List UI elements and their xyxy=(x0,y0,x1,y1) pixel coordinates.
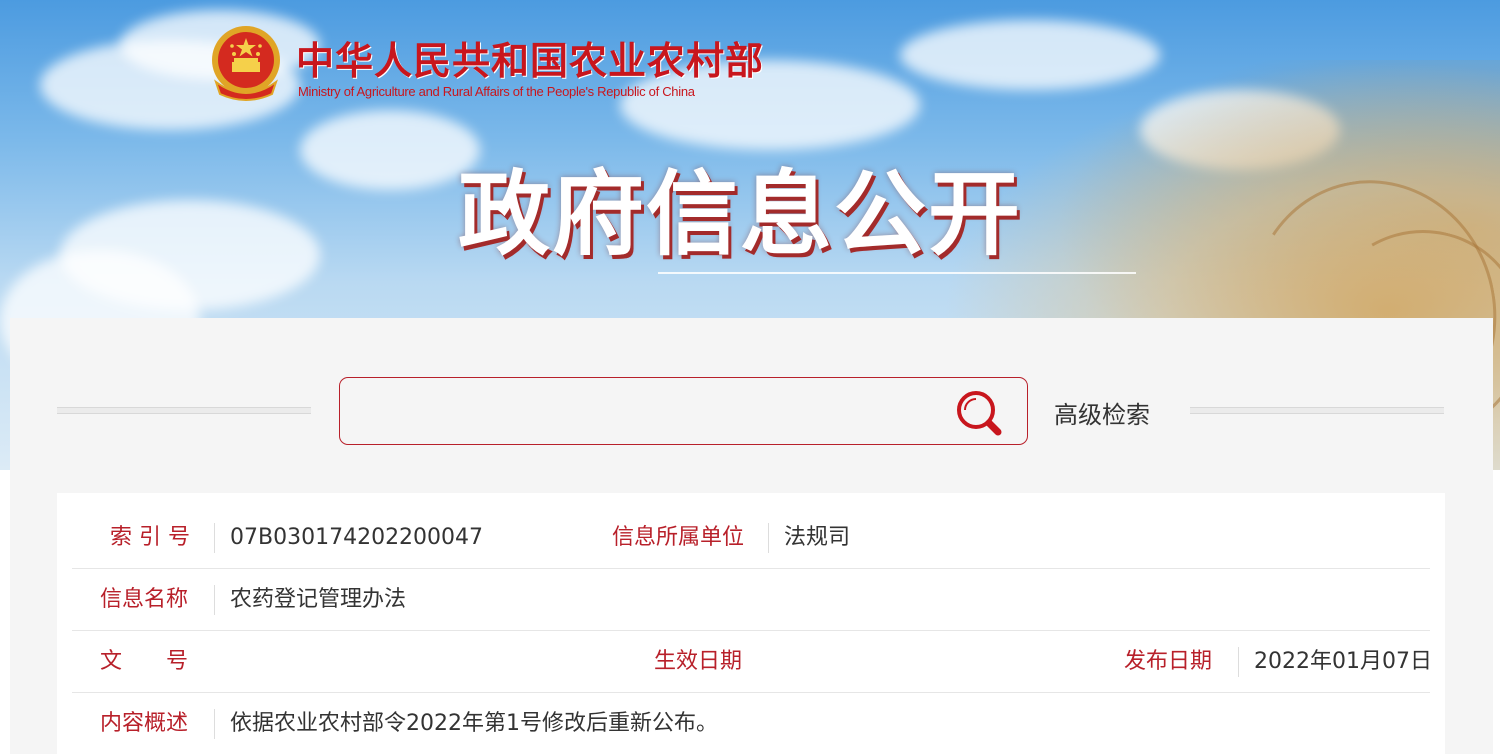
column-separator xyxy=(1238,647,1239,677)
ministry-name-en: Ministry of Agriculture and Rural Affair… xyxy=(298,84,695,99)
summary-label: 内容概述 xyxy=(100,711,189,736)
index-number-value: 07B030174202200047 xyxy=(230,525,484,550)
summary-value: 依据农业农村部令2022年第1号修改后重新公布。 xyxy=(230,711,718,736)
index-number-label: 索 引 号 xyxy=(110,525,190,550)
column-separator xyxy=(214,585,215,615)
national-emblem-icon[interactable] xyxy=(210,24,282,102)
info-row-summary: 内容概述 依据农业农村部令2022年第1号修改后重新公布。 xyxy=(72,693,1430,754)
info-row-title: 信息名称 农药登记管理办法 xyxy=(72,569,1430,631)
section-title: 政府信息公开 xyxy=(458,161,1023,268)
right-divider-line xyxy=(1190,407,1444,414)
info-table: 索 引 号 07B030174202200047 信息所属单位 法规司 信息名称… xyxy=(57,493,1445,754)
publish-date-value: 2022年01月07日 xyxy=(1254,649,1432,674)
info-row-index: 索 引 号 07B030174202200047 信息所属单位 法规司 xyxy=(72,507,1430,569)
page: 中华人民共和国农业农村部 Ministry of Agriculture and… xyxy=(0,0,1500,754)
info-name-value: 农药登记管理办法 xyxy=(230,587,407,612)
column-separator xyxy=(768,523,769,553)
left-divider-line xyxy=(57,407,311,414)
issuing-unit-label: 信息所属单位 xyxy=(612,525,745,550)
document-number-label: 文 号 xyxy=(100,649,189,674)
publish-date-label: 发布日期 xyxy=(1124,649,1213,674)
search-box xyxy=(339,377,1028,445)
cloud-decoration xyxy=(300,110,480,190)
search-icon[interactable] xyxy=(954,388,1004,438)
effective-date-label: 生效日期 xyxy=(654,649,743,674)
search-input[interactable] xyxy=(354,390,938,434)
column-separator xyxy=(214,709,215,739)
column-separator xyxy=(214,523,215,553)
info-row-document: 文 号 生效日期 发布日期 2022年01月07日 xyxy=(72,631,1432,693)
advanced-search-link[interactable]: 高级检索 xyxy=(1054,395,1150,430)
ministry-name-cn: 中华人民共和国农业农村部 xyxy=(296,38,765,83)
issuing-unit-value: 法规司 xyxy=(784,525,851,550)
info-name-label: 信息名称 xyxy=(100,587,189,612)
title-underline xyxy=(658,272,1136,274)
